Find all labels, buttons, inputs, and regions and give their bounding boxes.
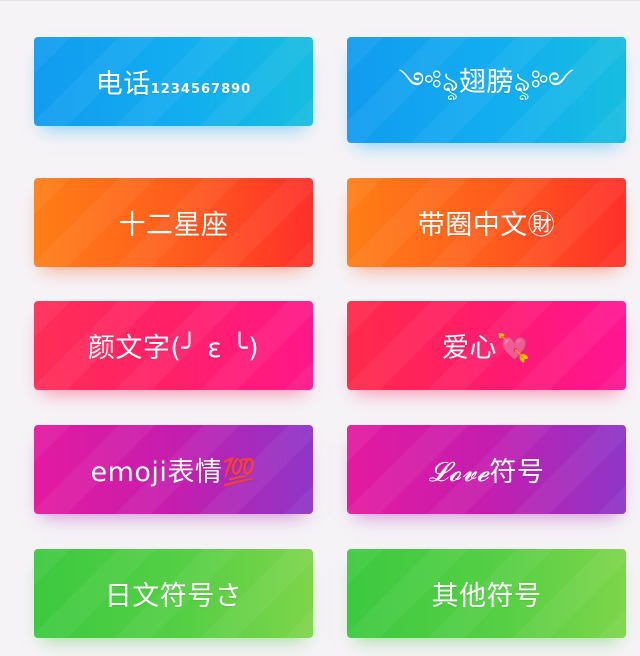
circled-chinese-card[interactable]: 带圈中文㊖ — [347, 178, 626, 267]
zodiac-card[interactable]: 十二星座 — [34, 178, 313, 267]
card-label: 带圈中文㊖ — [417, 210, 556, 241]
card-sublabel: 1234567890 — [150, 82, 252, 97]
card-label: 日文符号さ — [104, 581, 243, 612]
symbol-category-grid: 电话 1234567890 ༺ৡ翅膀ৡ༻ 十二星座 带圈中文㊖ 颜文字(╯ ε ╰… — [0, 0, 640, 656]
card-label: 电话 — [95, 69, 151, 100]
japanese-symbols-card[interactable]: 日文符号さ — [34, 549, 313, 638]
heart-card[interactable]: 爱心💘 — [347, 301, 626, 390]
card-label: emoji表情💯 — [90, 457, 257, 488]
emoji-card[interactable]: emoji表情💯 — [34, 425, 313, 514]
kaomoji-card[interactable]: 颜文字(╯ ε ╰) — [34, 301, 313, 390]
card-label: 颜文字(╯ ε ╰) — [87, 333, 260, 364]
card-label: 其他符号 — [431, 581, 542, 612]
card-label-suffix: 符号 — [489, 457, 545, 488]
card-label: 爱心💘 — [441, 333, 532, 364]
card-label: 十二星座 — [118, 210, 229, 241]
card-label: 𝓛𝓸𝓿𝓮符号 — [429, 450, 545, 489]
script-love-text: 𝓛𝓸𝓿𝓮 — [428, 457, 490, 488]
phone-number-card[interactable]: 电话 1234567890 — [34, 37, 313, 126]
other-symbols-card[interactable]: 其他符号 — [347, 549, 626, 638]
wings-card[interactable]: ༺ৡ翅膀ৡ༻ — [347, 37, 626, 143]
love-symbols-card[interactable]: 𝓛𝓸𝓿𝓮符号 — [347, 425, 626, 514]
card-label: ༺ৡ翅膀ৡ༻ — [398, 67, 575, 98]
